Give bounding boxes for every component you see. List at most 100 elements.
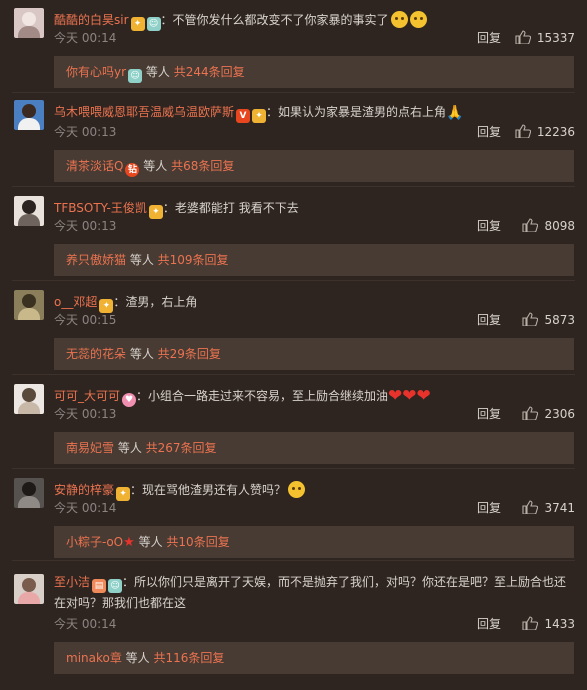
thread-count[interactable]: 共109条回复 xyxy=(158,253,229,267)
like-button[interactable]: 8098 xyxy=(522,218,575,234)
thumbs-up-icon xyxy=(522,500,539,514)
comment-time: 今天 00:14 xyxy=(54,617,117,631)
comment-text: ：老婆都能打 我看不下去 xyxy=(162,201,299,215)
username-link[interactable]: 安静的梓豪 xyxy=(54,483,114,497)
thread-label: 等人 xyxy=(139,159,172,173)
thread-username[interactable]: 小粽子-oO xyxy=(66,535,123,549)
heart-icon: ❤ xyxy=(402,386,417,406)
reply-thread-link[interactable]: 南易妃雪 等人 共267条回复 xyxy=(54,432,574,464)
thread-count[interactable]: 共267条回复 xyxy=(146,441,217,455)
username-link[interactable]: 至小洁 xyxy=(54,575,90,589)
reply-button[interactable]: 回复 xyxy=(477,500,501,516)
reply-button[interactable]: 回复 xyxy=(477,124,501,140)
thread-count[interactable]: 共29条回复 xyxy=(158,347,221,361)
like-count: 3741 xyxy=(544,501,575,515)
thread-label: 等人 xyxy=(114,441,146,455)
reply-thread-link[interactable]: 养只傲娇猫 等人 共109条回复 xyxy=(54,244,574,276)
fan-badge-icon: ☺ xyxy=(128,69,143,83)
like-count: 15337 xyxy=(536,31,575,45)
thread-label: 等人 xyxy=(126,347,158,361)
avatar[interactable] xyxy=(14,8,44,38)
divider xyxy=(12,468,575,469)
emoji-icon xyxy=(409,11,427,28)
comment-content: o__邓超 ✦ ：渣男，右上角 xyxy=(54,292,575,313)
thread-username[interactable]: minako章 xyxy=(66,651,122,665)
thread-username[interactable]: 无蕊的花朵 xyxy=(66,347,126,361)
like-button[interactable]: 1433 xyxy=(522,616,575,632)
comment-time: 今天 00:15 xyxy=(54,313,117,327)
like-count: 12236 xyxy=(536,125,575,139)
vip-badge-icon: 钻 xyxy=(125,163,140,177)
username-link[interactable]: o__邓超 xyxy=(54,295,97,309)
divider xyxy=(12,374,575,375)
vip-badge-icon: ✦ xyxy=(116,487,131,501)
avatar[interactable] xyxy=(14,290,44,320)
like-button[interactable]: 2306 xyxy=(522,406,575,422)
like-count: 1433 xyxy=(544,617,575,631)
divider xyxy=(12,186,575,187)
emoji-icon xyxy=(390,11,408,28)
star-badge-icon: ★ xyxy=(123,535,135,550)
vip-badge-icon: ✦ xyxy=(148,205,163,219)
fan-badge-icon: ☺ xyxy=(146,17,161,31)
like-button[interactable]: 3741 xyxy=(522,500,575,516)
reply-thread-link[interactable]: 无蕊的花朵 等人 共29条回复 xyxy=(54,338,574,370)
like-button[interactable]: 5873 xyxy=(522,312,575,328)
thread-count[interactable]: 共244条回复 xyxy=(174,65,245,79)
username-link[interactable]: 乌木喂喂威恩耶吾温威乌温欧萨斯 xyxy=(54,105,234,119)
username-link[interactable]: 酷酷的白昊sir xyxy=(54,13,129,27)
comment-text: ：不管你发什么都改变不了你家暴的事实了 xyxy=(160,13,389,27)
comment-content: 酷酷的白昊sir ✦ ☺ ：不管你发什么都改变不了你家暴的事实了 xyxy=(54,10,575,31)
thumbs-up-icon xyxy=(515,30,531,44)
username-link[interactable]: TFBSOTY-王俊凯 xyxy=(54,201,147,215)
comment-time: 今天 00:14 xyxy=(54,31,117,45)
thread-count[interactable]: 共116条回复 xyxy=(154,651,225,665)
comment-time: 今天 00:13 xyxy=(54,219,117,233)
avatar[interactable] xyxy=(14,478,44,508)
like-count: 8098 xyxy=(544,219,575,233)
divider xyxy=(12,560,575,561)
heart-icon: ❤ xyxy=(388,386,403,406)
like-count: 5873 xyxy=(544,313,575,327)
comment-content: TFBSOTY-王俊凯 ✦ ：老婆都能打 我看不下去 xyxy=(54,198,575,219)
thumbs-up-icon xyxy=(522,218,539,232)
comment-time: 今天 00:13 xyxy=(54,407,117,421)
fan-badge-icon: ♥ xyxy=(122,393,137,407)
comment-list: 酷酷的白昊sir ✦ ☺ ：不管你发什么都改变不了你家暴的事实了 今天 00:14 回… xyxy=(0,0,587,690)
thumbs-up-icon xyxy=(515,124,531,138)
like-count: 2306 xyxy=(544,407,575,421)
reply-thread-link[interactable]: 小粽子-oO★ 等人 共10条回复 xyxy=(54,526,574,558)
comment-time: 今天 00:14 xyxy=(54,501,117,515)
reply-button[interactable]: 回复 xyxy=(477,616,501,632)
sad-emoji-icon xyxy=(288,481,306,498)
avatar[interactable] xyxy=(14,574,44,604)
reply-thread-link[interactable]: minako章 等人 共116条回复 xyxy=(54,642,574,674)
thread-username[interactable]: 清茶淡话Q xyxy=(66,159,123,173)
thumbs-up-icon xyxy=(522,312,539,326)
reply-thread-link[interactable]: 你有心吗yr ☺ 等人 共244条回复 xyxy=(54,56,574,88)
heart-icon: ❤ xyxy=(416,386,431,406)
thread-count[interactable]: 共68条回复 xyxy=(171,159,234,173)
avatar[interactable] xyxy=(14,100,44,130)
thread-username[interactable]: 南易妃雪 xyxy=(66,441,114,455)
comment-text: ：所以你们只是离开了天娱，而不是抛弃了我们，对吗？你还在是吧？至上励合也还在对吗… xyxy=(54,575,567,610)
reply-button[interactable]: 回复 xyxy=(477,312,501,328)
verified-badge-icon: V xyxy=(236,109,251,123)
comment-text: ：如果认为家暴是渣男的点右上角 xyxy=(266,105,447,119)
reply-button[interactable]: 回复 xyxy=(477,30,501,46)
reply-thread-link[interactable]: 清茶淡话Q 钻 等人 共68条回复 xyxy=(54,150,574,182)
username-link[interactable]: 可可_大可可 xyxy=(54,389,120,403)
reply-button[interactable]: 回复 xyxy=(477,406,501,422)
vip-badge-icon: ▤ xyxy=(92,579,107,593)
comment-content: 至小洁 ▤ ☺ ：所以你们只是离开了天娱，而不是抛弃了我们，对吗？你还在是吧？至上励合… xyxy=(54,572,574,613)
avatar[interactable] xyxy=(14,384,44,414)
thread-username[interactable]: 你有心吗yr xyxy=(66,65,126,79)
like-button[interactable]: 12236 xyxy=(515,124,575,140)
thread-username[interactable]: 养只傲娇猫 xyxy=(66,253,126,267)
vip-badge-icon: ✦ xyxy=(99,299,114,313)
reply-button[interactable]: 回复 xyxy=(477,218,501,234)
like-button[interactable]: 15337 xyxy=(515,30,575,46)
avatar[interactable] xyxy=(14,196,44,226)
thread-count[interactable]: 共10条回复 xyxy=(166,535,229,549)
thumbs-up-icon xyxy=(522,616,539,630)
